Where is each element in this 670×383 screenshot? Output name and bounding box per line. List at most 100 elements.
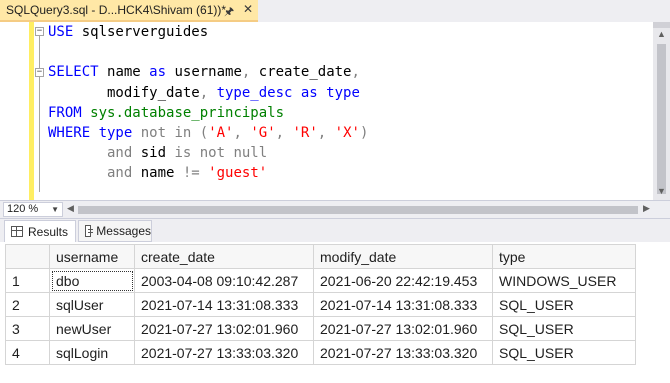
scroll-left-icon[interactable]: ◀ xyxy=(67,203,74,214)
close-icon[interactable]: ✕ xyxy=(243,2,253,16)
splitter-handle[interactable] xyxy=(653,22,670,28)
cell-type[interactable]: SQL_USER xyxy=(492,292,636,317)
query-editor[interactable]: − − USE sqlserverguides SELECT name as u… xyxy=(0,22,670,200)
code-token: , xyxy=(233,124,251,141)
editor-status-row: 120 % ▼ ◀ ▶ xyxy=(0,200,670,218)
cell-create-date[interactable]: 2021-07-27 13:02:01.960 xyxy=(134,316,314,341)
code-token: and xyxy=(48,165,141,182)
cell-type[interactable]: WINDOWS_USER xyxy=(492,268,636,293)
code-token: is not null xyxy=(174,145,268,162)
code-token: SELECT xyxy=(48,64,108,81)
code-line[interactable]: SELECT name as username, create_date, xyxy=(48,62,368,82)
collapse-icon[interactable]: − xyxy=(35,68,44,77)
code-line[interactable]: and name != 'guest' xyxy=(48,163,368,183)
tab-messages[interactable]: Messages xyxy=(78,220,152,242)
code-line[interactable]: and sid is not null xyxy=(48,143,368,163)
row-number[interactable]: 1 xyxy=(5,268,50,293)
pin-icon[interactable]: 🖈 xyxy=(224,3,234,22)
cell-username[interactable]: sqlUser xyxy=(49,292,135,317)
document-tab-title: SQLQuery3.sql - D...HCK4\Shivam (61))* xyxy=(6,3,227,17)
table-row[interactable]: 2 sqlUser 2021-07-14 13:31:08.333 2021-0… xyxy=(5,292,636,317)
column-header-modify-date[interactable]: modify_date xyxy=(313,244,493,269)
column-header-create-date[interactable]: create_date xyxy=(134,244,314,269)
cell-modify-date[interactable]: 2021-07-14 13:31:08.333 xyxy=(313,292,493,317)
scroll-up-icon[interactable]: ▲ xyxy=(653,26,670,43)
cell-username[interactable]: sqlLogin xyxy=(49,340,135,365)
code-token: sys.database_principals xyxy=(90,104,285,121)
code-line[interactable]: FROM sys.database_principals xyxy=(48,103,368,123)
code-token: name xyxy=(107,64,150,81)
code-token: type xyxy=(326,84,360,101)
grid-header-row: username create_date modify_date type xyxy=(5,244,636,269)
code-token: FROM xyxy=(48,104,91,121)
cell-modify-date[interactable]: 2021-07-27 13:33:03.320 xyxy=(313,340,493,365)
editor-margin: − − xyxy=(0,22,44,200)
code-token: type xyxy=(98,124,141,141)
table-row[interactable]: 3 newUser 2021-07-27 13:02:01.960 2021-0… xyxy=(5,316,636,341)
cell-type[interactable]: SQL_USER xyxy=(492,316,636,341)
code-token: , xyxy=(317,124,335,141)
column-header-type[interactable]: type xyxy=(492,244,636,269)
scroll-down-icon[interactable]: ▼ xyxy=(653,183,670,200)
chevron-down-icon[interactable]: ▼ xyxy=(51,203,59,216)
code-token: ) xyxy=(359,124,369,141)
cell-create-date[interactable]: 2021-07-14 13:31:08.333 xyxy=(134,292,314,317)
row-number[interactable]: 4 xyxy=(5,340,50,365)
cell-modify-date[interactable]: 2021-06-20 22:42:19.453 xyxy=(313,268,493,293)
cell-type[interactable]: SQL_USER xyxy=(492,340,636,365)
editor-vertical-scrollbar[interactable]: ▲ ▼ xyxy=(653,22,670,200)
code-token: name xyxy=(140,165,183,182)
code-line[interactable]: modify_date, type_desc as type xyxy=(48,83,368,103)
code-token: as xyxy=(300,84,327,101)
column-header-username[interactable]: username xyxy=(49,244,135,269)
code-token: as xyxy=(149,64,175,81)
code-token: , xyxy=(275,124,293,141)
zoom-select[interactable]: 120 % ▼ xyxy=(3,202,63,217)
code-token: , xyxy=(199,84,217,101)
table-row[interactable]: 4 sqlLogin 2021-07-27 13:33:03.320 2021-… xyxy=(5,340,636,365)
code-token: 'R' xyxy=(292,124,318,141)
code-token: != xyxy=(182,165,209,182)
code-line[interactable] xyxy=(48,42,368,62)
sql-code[interactable]: USE sqlserverguides SELECT name as usern… xyxy=(48,22,368,184)
cell-create-date[interactable]: 2003-04-08 09:10:42.287 xyxy=(134,268,314,293)
cell-username[interactable]: dbo xyxy=(49,268,135,293)
tab-results[interactable]: Results xyxy=(4,220,76,242)
cell-username[interactable]: newUser xyxy=(49,316,135,341)
code-token: not in xyxy=(140,124,200,141)
collapse-icon[interactable]: − xyxy=(35,27,44,36)
code-token: USE xyxy=(48,24,82,40)
document-tab-strip: SQLQuery3.sql - D...HCK4\Shivam (61))* 🖈… xyxy=(0,0,670,22)
change-tracking-bar xyxy=(29,22,34,200)
code-token: 'guest' xyxy=(208,165,268,182)
tab-results-label: Results xyxy=(28,224,69,239)
results-tab-strip: Results Messages xyxy=(0,218,670,242)
zoom-value: 120 % xyxy=(7,203,39,215)
code-token: and xyxy=(48,145,141,162)
grid-icon xyxy=(11,226,23,237)
results-grid: username create_date modify_date type 1 … xyxy=(5,244,636,365)
code-token: 'G' xyxy=(250,124,276,141)
horizontal-scroll-thumb[interactable] xyxy=(78,206,638,214)
code-token: username xyxy=(174,64,242,81)
table-row[interactable]: 1 dbo 2003-04-08 09:10:42.287 2021-06-20… xyxy=(5,268,636,293)
code-line[interactable]: USE sqlserverguides xyxy=(48,22,368,42)
code-token: create_date xyxy=(258,64,352,81)
document-tab[interactable]: SQLQuery3.sql - D...HCK4\Shivam (61))* 🖈… xyxy=(0,0,258,22)
code-token: sid xyxy=(140,145,175,162)
code-token: , xyxy=(351,64,360,81)
code-token: type_desc xyxy=(216,84,301,101)
scroll-thumb[interactable] xyxy=(657,44,666,194)
cell-modify-date[interactable]: 2021-07-27 13:02:01.960 xyxy=(313,316,493,341)
messages-icon xyxy=(85,225,94,237)
scroll-right-icon[interactable]: ▶ xyxy=(643,203,650,214)
code-token: , xyxy=(241,64,259,81)
row-number[interactable]: 3 xyxy=(5,316,50,341)
code-token: ( xyxy=(199,124,209,141)
tab-messages-label: Messages xyxy=(96,224,151,238)
row-number[interactable]: 2 xyxy=(5,292,50,317)
cell-create-date[interactable]: 2021-07-27 13:33:03.320 xyxy=(134,340,314,365)
code-line[interactable]: WHERE type not in ('A', 'G', 'R', 'X') xyxy=(48,123,368,143)
column-header-rownum[interactable] xyxy=(5,244,50,269)
code-token: 'A' xyxy=(208,124,234,141)
